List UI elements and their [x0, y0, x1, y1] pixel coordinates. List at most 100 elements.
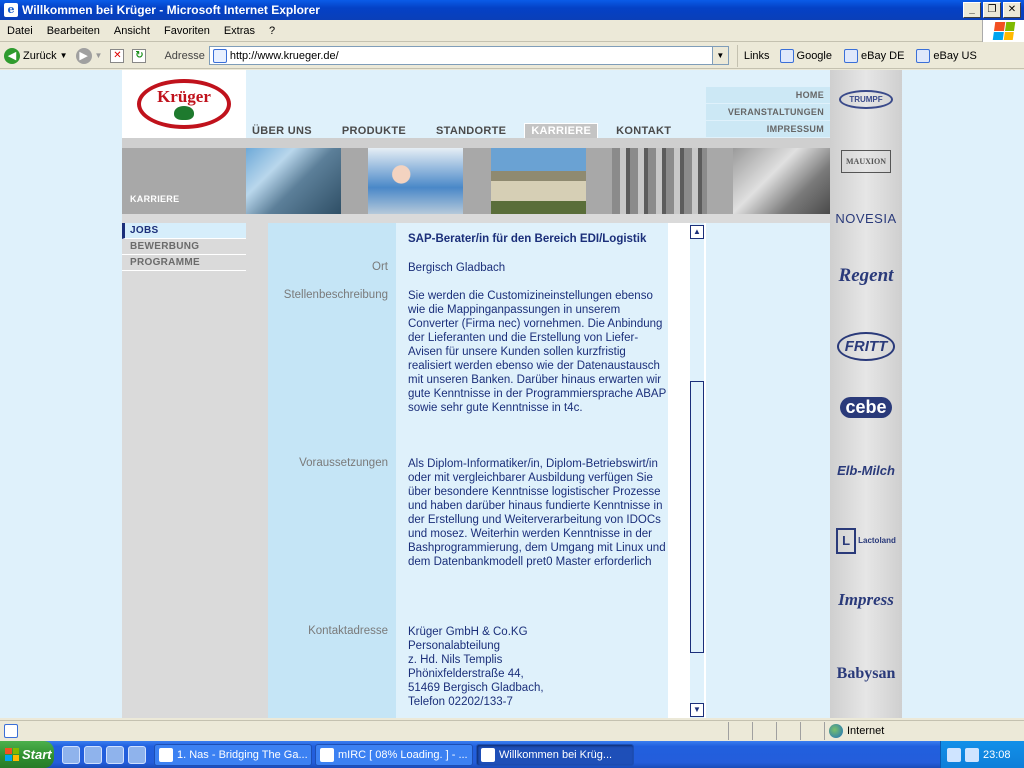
refresh-button[interactable]: ↻	[128, 48, 150, 63]
clock[interactable]: 23:08	[983, 749, 1011, 761]
menu-bearbeiten[interactable]: Bearbeiten	[40, 25, 107, 37]
menu-datei[interactable]: Datei	[0, 25, 40, 37]
scroll-down-button[interactable]: ▼	[690, 703, 704, 717]
photo-steel-tanks	[733, 148, 830, 214]
menu-favoriten[interactable]: Favoriten	[157, 25, 217, 37]
lactoland-l-icon: L	[836, 528, 857, 554]
ie-icon	[481, 747, 495, 762]
link-google[interactable]: Google	[779, 48, 832, 63]
windows-flag-icon	[992, 22, 1015, 40]
forward-button[interactable]: ▶ ▼	[72, 47, 107, 64]
nav-kontakt[interactable]: KONTAKT	[610, 124, 677, 138]
link-ebay-de[interactable]: eBay DE	[844, 48, 904, 63]
status-cells: Internet	[728, 721, 1024, 740]
task-label: mIRC [ 08% Loading. ] - ...	[338, 748, 468, 761]
nav-karriere[interactable]: KARRIERE	[524, 123, 599, 138]
strip-spacer	[122, 214, 830, 223]
back-button[interactable]: ◀ Zurück ▼	[0, 47, 72, 64]
job-title: SAP-Berater/in für den Bereich EDI/Logis…	[408, 233, 647, 245]
nav-standorte[interactable]: STANDORTE	[430, 124, 512, 138]
start-button[interactable]: Start	[0, 741, 54, 768]
brand-trumpf[interactable]: TRUMPF	[830, 90, 902, 109]
links-bar: Links Google eBay DE eBay US	[736, 44, 989, 67]
start-label: Start	[22, 747, 52, 762]
brand-impress[interactable]: Impress	[830, 590, 902, 610]
brand-fritt[interactable]: FRITT	[830, 332, 902, 361]
task-internet-explorer[interactable]: Willkommen bei Krüg...	[476, 743, 634, 766]
stop-button[interactable]: ✕	[106, 48, 128, 63]
photo-production-machines	[612, 148, 707, 214]
browser-viewport: Krüger HOME VERANSTALTUNGEN IMPRESSUM ÜB…	[0, 70, 1024, 718]
windows-logo	[982, 20, 1024, 42]
krueger-logo[interactable]: Krüger	[122, 70, 246, 138]
security-zone[interactable]: Internet	[824, 721, 1024, 740]
brand-babysan[interactable]: Babysan	[830, 665, 902, 683]
forward-arrow-icon: ▶	[75, 47, 92, 64]
label-stellenbeschreibung: Stellenbeschreibung	[283, 289, 388, 301]
close-button[interactable]: ✕	[1003, 2, 1021, 18]
quicklaunch-ie-icon[interactable]	[84, 745, 102, 764]
taskbar: Start 1. Nas - Bridging The Ga... mIRC […	[0, 741, 1024, 768]
kontakt-line: Personalabteilung	[408, 640, 501, 652]
forward-dropdown-icon[interactable]: ▼	[95, 51, 103, 60]
logo-text: Krüger	[157, 86, 211, 106]
quicklaunch-outlook-icon[interactable]	[106, 745, 124, 764]
refresh-icon: ↻	[132, 48, 147, 63]
left-nav-jobs[interactable]: JOBS	[122, 223, 246, 239]
brand-lactoland[interactable]: L Lactoland	[830, 528, 902, 554]
photo-lab-worker	[368, 148, 463, 214]
back-label: Zurück	[23, 49, 57, 62]
kontakt-line: z. Hd. Nils Templis	[408, 654, 503, 666]
top-right-nav: HOME VERANSTALTUNGEN IMPRESSUM	[706, 87, 830, 138]
brand-column: TRUMPF MAUXION NOVESIA Regent FRITT cebe…	[830, 70, 902, 718]
window-title: Willkommen bei Krüger - Microsoft Intern…	[22, 3, 320, 17]
minimize-button[interactable]: _	[963, 2, 981, 18]
nav-veranstaltungen[interactable]: VERANSTALTUNGEN	[706, 104, 830, 120]
brand-mauxion[interactable]: MAUXION	[830, 150, 902, 173]
globe-icon	[829, 723, 843, 738]
menu-ansicht[interactable]: Ansicht	[107, 25, 157, 37]
title-bar: e Willkommen bei Krüger - Microsoft Inte…	[0, 0, 1024, 20]
menu-extras[interactable]: Extras	[217, 25, 262, 37]
menu-help[interactable]: ?	[262, 25, 282, 37]
task-label: Willkommen bei Krüg...	[499, 748, 613, 761]
scroll-thumb[interactable]	[690, 381, 704, 653]
brand-regent[interactable]: Regent	[830, 265, 902, 287]
nav-produkte[interactable]: PRODUKTE	[336, 124, 412, 138]
address-dropdown-icon[interactable]: ▼	[711, 47, 728, 64]
link-page-icon	[844, 48, 858, 63]
volume-tray-icon[interactable]	[965, 747, 979, 762]
network-tray-icon[interactable]	[947, 747, 961, 762]
nav-impressum[interactable]: IMPRESSUM	[706, 121, 830, 137]
job-label-column: Ort Stellenbeschreibung Voraussetzungen …	[268, 223, 396, 718]
label-kontaktadresse: Kontaktadresse	[308, 625, 388, 637]
tree-icon	[174, 105, 194, 120]
maximize-button[interactable]: ❐	[983, 2, 1001, 18]
page-status-icon	[4, 723, 18, 738]
system-tray: 23:08	[940, 741, 1024, 768]
brand-cebe[interactable]: cebe	[830, 397, 902, 418]
nav-home[interactable]: HOME	[706, 87, 830, 103]
left-nav-bewerbung[interactable]: BEWERBUNG	[122, 239, 246, 255]
nav-ueber-uns[interactable]: ÜBER UNS	[246, 124, 318, 138]
left-nav-programme[interactable]: PROGRAMME	[122, 255, 246, 271]
krueger-site: Krüger HOME VERANSTALTUNGEN IMPRESSUM ÜB…	[122, 70, 902, 718]
address-url[interactable]: http://www.krueger.de/	[230, 50, 712, 62]
photo-strip: KARRIERE	[122, 148, 830, 214]
address-input[interactable]: http://www.krueger.de/ ▼	[208, 46, 729, 65]
quicklaunch-winamp-icon[interactable]	[128, 745, 146, 764]
section-label: KARRIERE	[130, 194, 180, 204]
brand-novesia[interactable]: NOVESIA	[830, 211, 902, 226]
back-dropdown-icon[interactable]: ▼	[60, 51, 68, 60]
brand-elb-milch[interactable]: Elb-Milch	[830, 463, 902, 478]
job-voraussetzungen: Als Diplom-Informatiker/in, Diplom-Betri…	[408, 458, 666, 568]
task-mirc[interactable]: mIRC [ 08% Loading. ] - ...	[315, 743, 473, 766]
content-gutter	[246, 223, 268, 718]
link-ebay-us[interactable]: eBay US	[916, 48, 977, 63]
kontakt-line: 51469 Bergisch Gladbach,	[408, 682, 544, 694]
page-icon	[212, 48, 227, 63]
quicklaunch-desktop-icon[interactable]	[62, 745, 80, 764]
status-bar: Internet	[0, 720, 1024, 740]
task-winamp[interactable]: 1. Nas - Bridging The Ga...	[154, 743, 312, 766]
scroll-up-button[interactable]: ▲	[690, 225, 704, 239]
